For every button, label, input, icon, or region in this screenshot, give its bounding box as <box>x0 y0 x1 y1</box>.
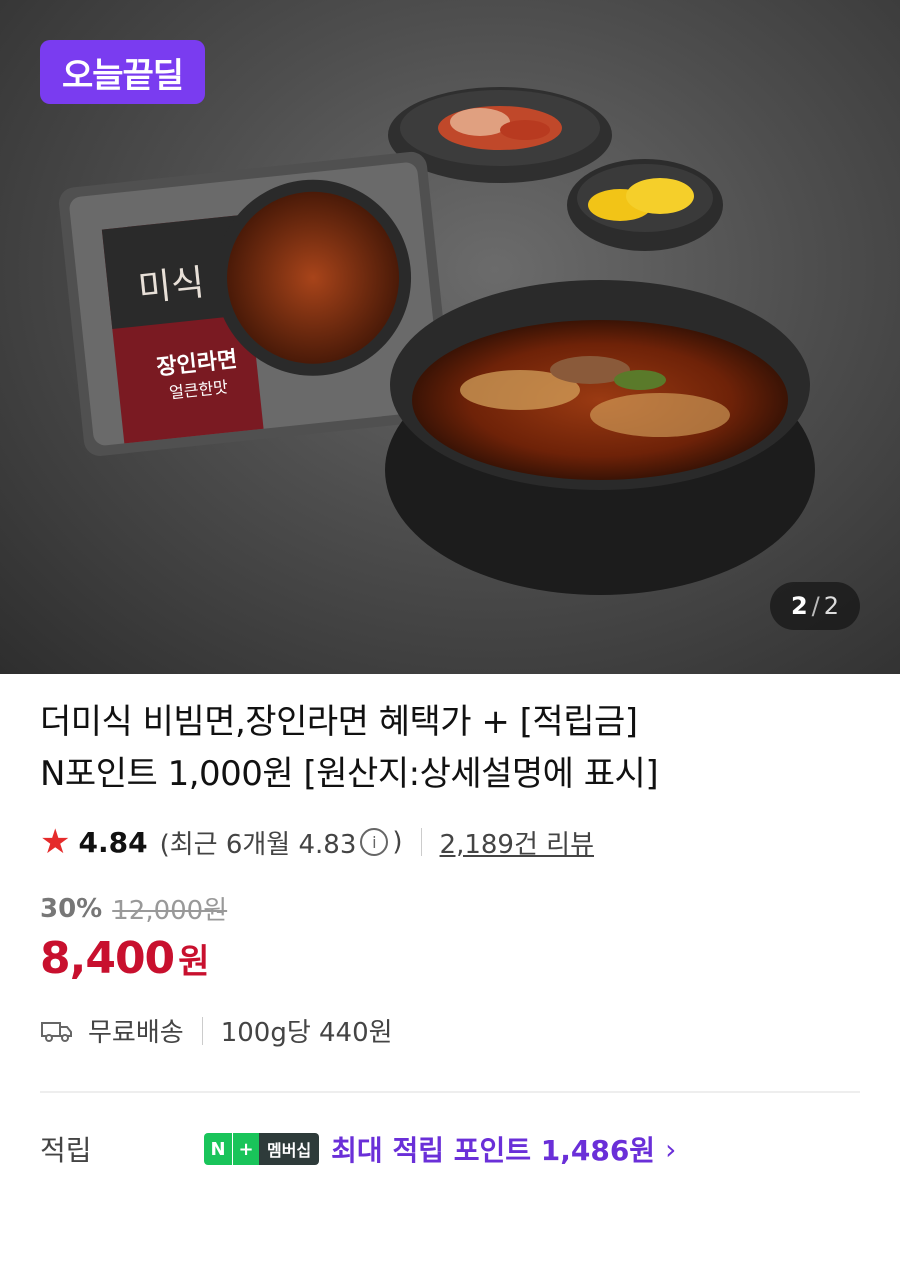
product-title-line2: N포인트 1,000원 [원산지:상세설명에 표시] <box>40 754 659 794</box>
membership-label: 멤버십 <box>259 1133 320 1165</box>
today-deal-badge: 오늘끝딜 <box>40 40 205 104</box>
star-icon: ★ <box>40 822 71 862</box>
total-images: 2 <box>823 592 840 620</box>
max-reward-points[interactable]: 최대 적립 포인트 1,486원 <box>331 1129 655 1169</box>
counter-separator: / <box>811 592 820 620</box>
current-image-index: 2 <box>790 592 808 620</box>
divider <box>420 828 422 856</box>
image-counter: 2 / 2 <box>770 582 860 630</box>
divider <box>201 1016 203 1045</box>
product-title-line1: 더미식 비빔면,장인라면 혜택가 + [적립금] <box>40 702 638 742</box>
recent-rating: (최근 6개월 4.83 <box>159 829 357 860</box>
truck-icon <box>41 1021 72 1042</box>
info-icon[interactable]: i <box>360 828 389 856</box>
sale-price-unit: 원 <box>178 942 210 982</box>
sale-price: 8,400 원 <box>40 933 860 984</box>
rating-row: ★ 4.84 (최근 6개월 4.83 i ) 2,189건 리뷰 <box>40 822 860 862</box>
unit-price: 100g당 440원 <box>220 1018 393 1048</box>
original-price: 12,000원 <box>112 896 228 926</box>
discount-row: 30% 12,000원 <box>40 890 860 927</box>
reward-row[interactable]: 적립 N + 멤버십 최대 적립 포인트 1,486원 › <box>40 1129 860 1169</box>
product-title: 더미식 비빔면,장인라면 혜택가 + [적립금] N포인트 1,000원 [원산… <box>40 696 860 800</box>
naver-n-icon: N <box>204 1133 232 1165</box>
shipping-row: 무료배송 100g당 440원 <box>40 1012 860 1049</box>
plus-icon: + <box>232 1133 259 1165</box>
chevron-right-icon[interactable]: › <box>665 1133 676 1166</box>
sale-price-amount: 8,400 <box>40 933 175 984</box>
package-brand: 미식 <box>136 262 206 310</box>
discount-percent: 30% <box>40 893 103 924</box>
section-divider <box>40 1091 860 1093</box>
product-image-carousel[interactable]: 미식 장인라면 얼큰한맛 오늘끝딜 2 / 2 <box>0 0 900 674</box>
rating-score: 4.84 <box>78 825 148 859</box>
product-info: 더미식 비빔면,장인라면 혜택가 + [적립금] N포인트 1,000원 [원산… <box>0 696 900 1169</box>
recent-rating-close: ) <box>392 827 403 857</box>
reward-label: 적립 <box>40 1134 92 1167</box>
free-shipping-label: 무료배송 <box>88 1018 184 1048</box>
review-count-link[interactable]: 2,189건 리뷰 <box>440 824 594 861</box>
naver-membership-badge: N + 멤버십 <box>204 1133 320 1165</box>
